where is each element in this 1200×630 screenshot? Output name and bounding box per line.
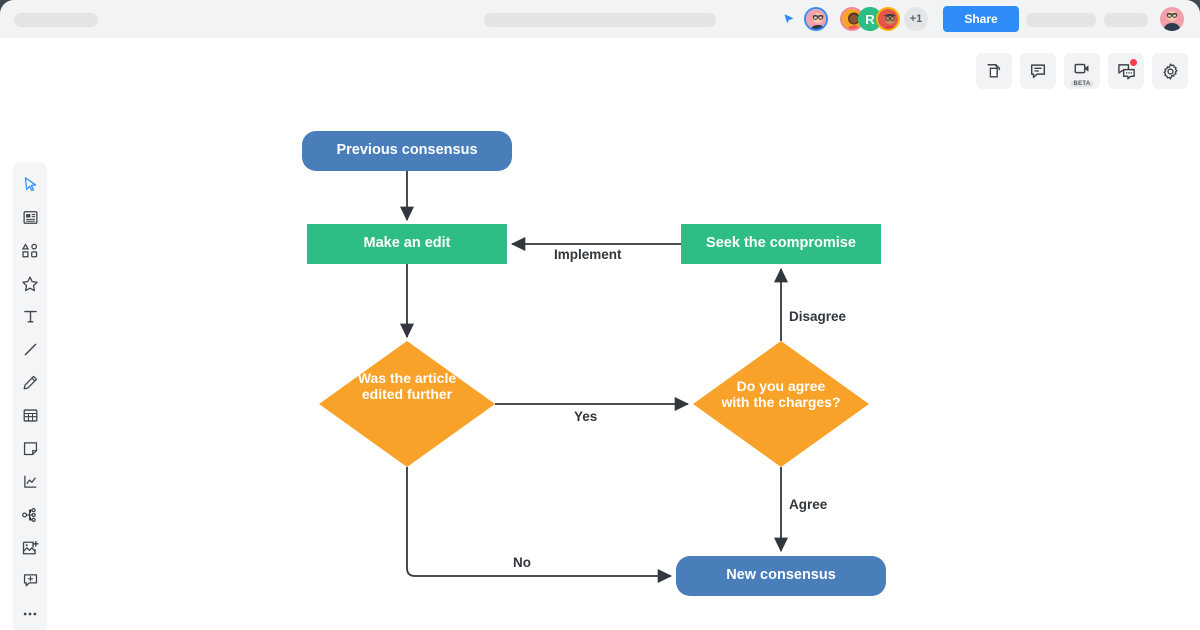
header-pill-right-2[interactable]: [1104, 13, 1148, 27]
app-header: R +1 Share: [0, 0, 1200, 38]
node-make-an-edit: [307, 224, 507, 264]
edge-label-no: No: [513, 555, 531, 570]
edge-further-to-new: [406, 467, 673, 584]
node-was-article-edited-further: [319, 341, 495, 467]
node-new-consensus: [676, 556, 886, 596]
share-button[interactable]: Share: [943, 6, 1019, 32]
avatar-overflow-count[interactable]: +1: [904, 7, 928, 31]
avatar-collaborator-3[interactable]: [876, 7, 900, 31]
workspace-pill[interactable]: [14, 13, 98, 27]
edge-label-yes: Yes: [574, 409, 598, 424]
document-title-pill[interactable]: [484, 13, 716, 27]
whiteboard-canvas[interactable]: Previous consensus Make an edit Seek the…: [0, 38, 1200, 630]
node-previous-consensus: [302, 131, 512, 171]
edge-label-disagree: Disagree: [789, 309, 847, 324]
avatar-account-menu[interactable]: [1160, 7, 1184, 31]
edge-label-implement: Implement: [554, 247, 622, 262]
whiteboard-app: R +1 Share BETA Previous consensus Make …: [0, 0, 1200, 630]
flowchart-graphic: [302, 131, 886, 596]
edge-label-agree: Agree: [789, 497, 828, 512]
pointer-cursor-icon: [784, 14, 794, 24]
avatar-self[interactable]: [804, 7, 828, 31]
avatar-initial: R: [865, 12, 875, 27]
node-do-you-agree: [693, 341, 869, 467]
node-seek-the-compromise: [681, 224, 881, 264]
header-pill-right-1[interactable]: [1026, 13, 1096, 27]
